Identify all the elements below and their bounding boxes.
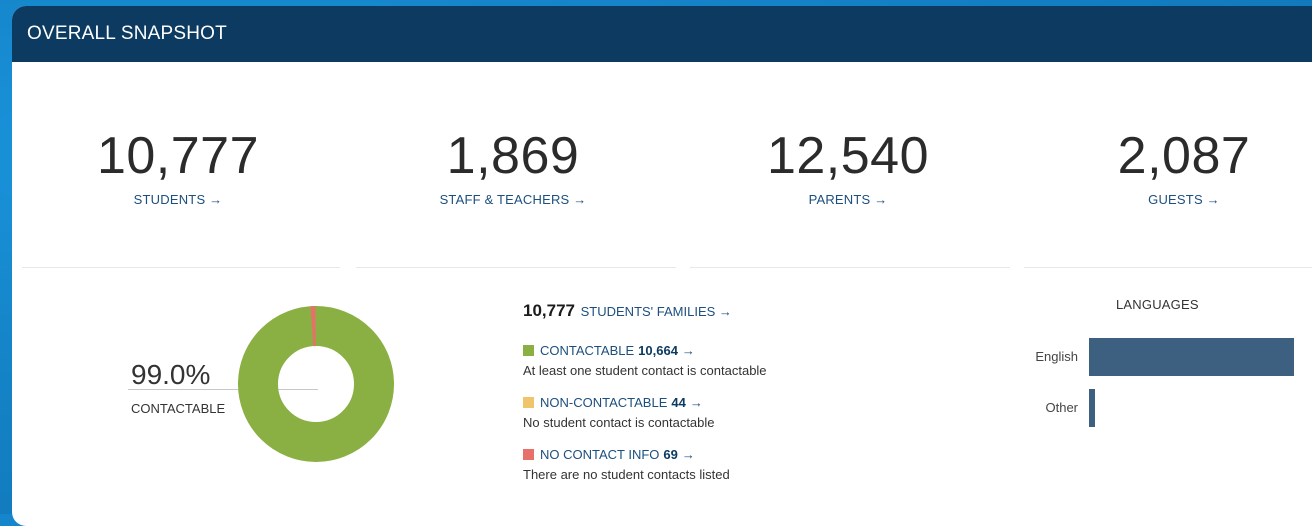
category-name: NON-CONTACTABLE [540, 395, 668, 410]
stat-parents: 12,540 PARENTS → [688, 130, 1008, 207]
stat-staff: 1,869 STAFF & TEACHERS → [353, 130, 673, 207]
green-swatch-icon [523, 345, 534, 356]
arrow-icon: → [689, 395, 703, 410]
contactable-percent: 99.0% [131, 359, 211, 390]
contactable-donut-chart [238, 306, 394, 462]
stat-value: 1,869 [446, 127, 580, 185]
overall-snapshot-card: OVERALL SNAPSHOT 10,777 STUDENTS → 1,869… [12, 6, 1312, 526]
families-link[interactable]: 10,777 STUDENTS' FAMILIES → [523, 301, 767, 321]
stat-value: 12,540 [766, 127, 930, 185]
non-contactable-link[interactable]: NON-CONTACTABLE 44 → [523, 395, 767, 410]
contactable-label: CONTACTABLE [131, 401, 226, 416]
arrow-icon: → [681, 447, 695, 462]
category-no-contact-info: NO CONTACT INFO 69 → There are no studen… [523, 447, 767, 482]
red-swatch-icon [523, 449, 534, 460]
stats-row: 10,777 STUDENTS → 1,869 STAFF & TEACHERS… [12, 62, 1312, 268]
language-bar-english[interactable] [1089, 338, 1294, 376]
arrow-icon: → [681, 343, 695, 358]
families-count: 10,777 [523, 301, 575, 320]
contactable-link[interactable]: CONTACTABLE 10,664 → [523, 343, 767, 358]
languages-title: LANGUAGES [1116, 297, 1199, 312]
no-contact-info-link[interactable]: NO CONTACT INFO 69 → [523, 447, 767, 462]
category-name: CONTACTABLE [540, 343, 635, 358]
category-description: There are no student contacts listed [523, 467, 730, 482]
category-description: At least one student contact is contacta… [523, 363, 767, 378]
staff-teachers-link[interactable]: STAFF & TEACHERS → [353, 192, 673, 207]
yellow-swatch-icon [523, 397, 534, 408]
stat-value: 2,087 [1117, 127, 1251, 185]
donut-contactable-slice [238, 306, 394, 462]
guests-link[interactable]: GUESTS → [1024, 192, 1312, 207]
card-title: OVERALL SNAPSHOT [27, 23, 227, 44]
stat-value: 10,777 [96, 127, 260, 185]
language-label-english: English [1035, 349, 1078, 364]
stat-guests: 2,087 GUESTS → [1024, 130, 1312, 207]
category-name: NO CONTACT INFO [540, 447, 660, 462]
details-row: 99.0% CONTACTABLE 10,777 STUDENTS' FAMIL… [12, 268, 1312, 526]
parents-link[interactable]: PARENTS → [688, 192, 1008, 207]
families-panel: 10,777 STUDENTS' FAMILIES → CONTACTABLE … [523, 301, 767, 482]
stat-students: 10,777 STUDENTS → [18, 130, 338, 207]
category-count: 44 [671, 395, 686, 410]
category-count: 69 [663, 447, 678, 462]
category-non-contactable: NON-CONTACTABLE 44 → No student contact … [523, 395, 767, 430]
students-link[interactable]: STUDENTS → [18, 192, 338, 207]
category-contactable: CONTACTABLE 10,664 → At least one studen… [523, 343, 767, 378]
language-bar-other[interactable] [1089, 389, 1095, 427]
category-description: No student contact is contactable [523, 415, 715, 430]
card-header: OVERALL SNAPSHOT [12, 6, 1312, 62]
families-label: STUDENTS' FAMILIES → [580, 304, 732, 319]
language-label-other: Other [1045, 400, 1078, 415]
category-count: 10,664 [638, 343, 678, 358]
